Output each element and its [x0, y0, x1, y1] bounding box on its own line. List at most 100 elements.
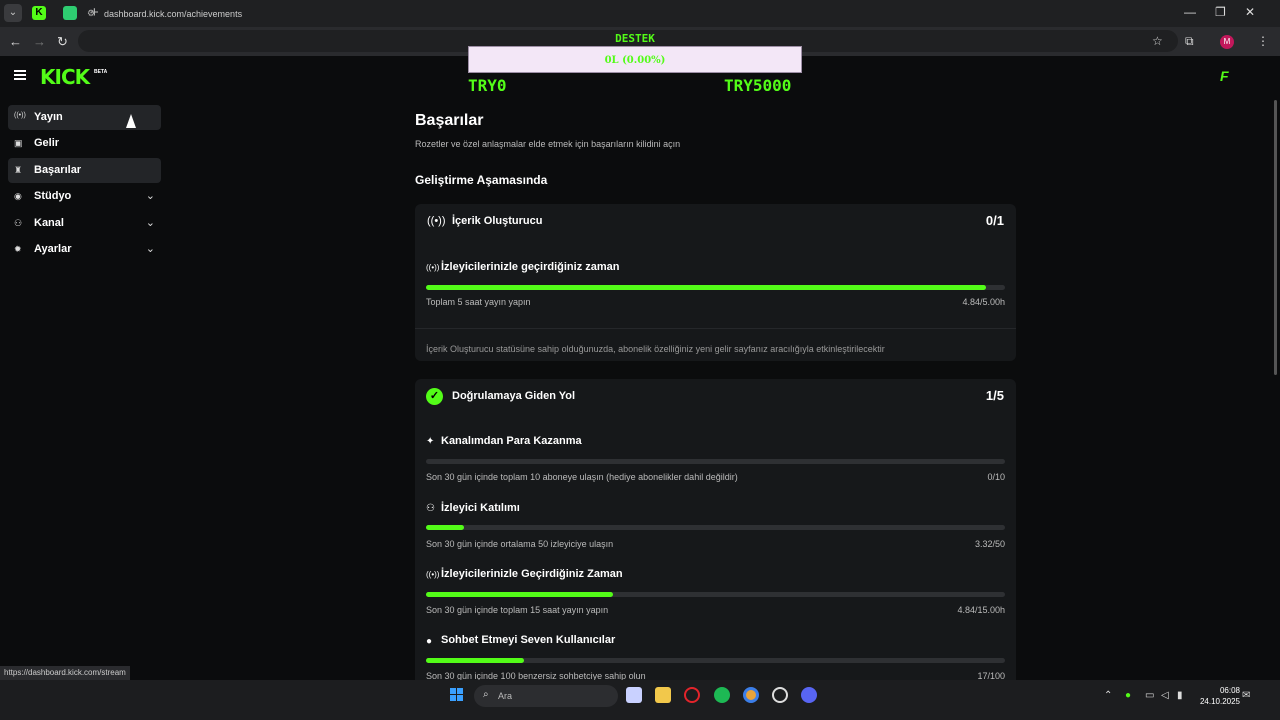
opera-icon[interactable]: [684, 687, 700, 703]
card-count: 1/5: [985, 388, 1004, 403]
requirement-title: İzleyici Katılımı: [441, 502, 520, 514]
chat-icon: ●: [426, 636, 433, 647]
minimize-icon[interactable]: —: [1184, 5, 1196, 19]
windows-start-icon[interactable]: [450, 688, 464, 702]
sidebar-item-5[interactable]: ✹ Ayarlar ⌄: [8, 237, 161, 262]
broadcast-icon: ((•)): [14, 112, 26, 119]
browser-menu-icon[interactable]: ⋮: [1257, 34, 1269, 48]
donation-max-label: TRY5000: [724, 76, 792, 95]
clock-time[interactable]: 06:08: [1212, 686, 1240, 695]
tab-list-button[interactable]: ⌄: [4, 4, 22, 22]
restore-icon[interactable]: ❐: [1215, 5, 1226, 19]
sidebar-item-0[interactable]: ((•)) Yayın: [8, 105, 161, 130]
status-url: https://dashboard.kick.com/stream: [0, 666, 130, 680]
reload-icon[interactable]: ↻: [57, 34, 68, 50]
requirement-desc: Toplam 5 saat yayın yapın: [426, 297, 531, 307]
requirement-progress-bar: [426, 459, 1005, 464]
app-icon-1[interactable]: [626, 687, 642, 703]
sidebar-item-1[interactable]: ▣ Gelir: [8, 131, 161, 156]
close-icon[interactable]: ✕: [1245, 5, 1255, 19]
card-divider: [415, 328, 1016, 329]
site-info-icon[interactable]: ⚙: [87, 8, 95, 19]
kick-tab-icon[interactable]: K: [32, 6, 46, 20]
requirement-desc: Son 30 gün içinde ortalama 50 izleyiciye…: [426, 539, 614, 549]
requirement-value: 4.84/15.00h: [957, 605, 1005, 615]
kick-logo[interactable]: KICK: [40, 65, 90, 89]
bookmark-star-icon[interactable]: ☆: [1152, 34, 1163, 48]
requirement-value: 3.32/50: [974, 539, 1005, 549]
mouse-cursor: [126, 114, 136, 128]
requirement-title: Kanalımdan Para Kazanma: [441, 435, 582, 447]
back-icon[interactable]: ←: [9, 34, 22, 49]
sidebar-item-2[interactable]: ♜ Başarılar: [8, 158, 161, 183]
donation-progress-text: 0L (0.00%): [604, 55, 666, 66]
battery-icon[interactable]: ▮: [1177, 690, 1183, 701]
card-title: Doğrulamaya Giden Yol: [452, 390, 576, 402]
notification-icon[interactable]: ✉: [1242, 690, 1250, 701]
taskbar-search[interactable]: [474, 685, 618, 707]
discord-icon[interactable]: [801, 687, 817, 703]
volume-icon[interactable]: ◁: [1161, 690, 1169, 701]
gear-icon: ✹: [14, 244, 22, 254]
donation-progress-bar: 0L (0.00%): [468, 46, 802, 73]
search-icon: ⌕: [483, 689, 489, 700]
trophy-icon: ♜: [14, 165, 23, 175]
tray-chevron-icon[interactable]: ⌃: [1104, 690, 1112, 701]
microphone-icon[interactable]: ●: [1125, 690, 1131, 701]
requirement-title: İzleyicilerinizle geçirdiğiniz zaman: [441, 261, 620, 273]
wallet-icon: ▣: [14, 138, 23, 148]
card-header[interactable]: ((•)) İçerik Oluşturucu 0/1: [415, 204, 1016, 240]
requirement-title: İzleyicilerinizle Geçirdiğiniz Zaman: [441, 568, 623, 580]
requirement-progress-bar: [426, 592, 1005, 597]
verified-icon: ✓: [426, 388, 443, 405]
requirement-desc: Son 30 gün içinde toplam 15 saat yayın y…: [426, 605, 609, 615]
chrome-icon[interactable]: [743, 687, 759, 703]
sidebar-item-label: Ayarlar: [34, 243, 72, 255]
sidebar-item-3[interactable]: ◉ Stüdyo ⌄: [8, 184, 161, 209]
sidebar-item-4[interactable]: ⚇ Kanal ⌄: [8, 211, 161, 236]
file-explorer-icon[interactable]: [655, 687, 671, 703]
sidebar-item-label: Gelir: [34, 137, 60, 149]
broadcast-icon: ((•)): [426, 570, 440, 579]
sidebar-item-label: Kanal: [34, 217, 64, 229]
extensions-icon[interactable]: ⧉: [1185, 34, 1194, 49]
beta-badge: BETA: [94, 69, 108, 75]
page-title: Başarılar: [415, 112, 484, 129]
menu-icon[interactable]: [14, 70, 26, 80]
network-icon[interactable]: ▭: [1145, 690, 1154, 701]
card-title: İçerik Oluşturucu: [452, 215, 543, 227]
requirement-title: Sohbet Etmeyi Seven Kullanıcılar: [441, 634, 616, 646]
card-header[interactable]: ✓ Doğrulamaya Giden Yol 1/5: [415, 379, 1016, 415]
chevron-down-icon[interactable]: ⌄: [146, 242, 155, 255]
url-text[interactable]: dashboard.kick.com/achievements: [104, 9, 242, 19]
profile-avatar[interactable]: M: [1220, 35, 1234, 49]
sidebar-item-label: Stüdyo: [34, 190, 72, 202]
chevron-down-icon[interactable]: ⌄: [146, 189, 155, 202]
chevron-down-icon[interactable]: ⌄: [146, 216, 155, 229]
sparkle-icon: ✦: [426, 436, 435, 447]
progress-fill: [426, 592, 613, 597]
card-note: İçerik Oluşturucu statüsüne sahip olduğu…: [426, 344, 885, 354]
sidebar-item-label: Yayın: [34, 111, 63, 123]
studio-icon: ◉: [14, 191, 22, 201]
requirement-progress-bar: [426, 658, 1005, 663]
progress-fill: [426, 525, 465, 530]
achievement-card-creator: ((•)) İçerik Oluşturucu 0/1 ((•)) İzleyi…: [415, 204, 1016, 361]
requirement-desc: Son 30 gün içinde toplam 10 aboneye ulaş…: [426, 472, 738, 482]
clock-date[interactable]: 24.10.2025: [1198, 697, 1240, 706]
requirement-progress-bar: [426, 525, 1005, 530]
users-icon: ⚇: [14, 218, 23, 228]
kick-studio-icon[interactable]: F: [1220, 68, 1236, 84]
viewers-icon: ⚇: [426, 503, 435, 514]
second-tab-icon[interactable]: [63, 6, 77, 20]
donation-min-label: TRY0: [468, 76, 507, 95]
spotify-icon[interactable]: [714, 687, 730, 703]
page-scrollbar[interactable]: [1274, 100, 1277, 375]
sidebar-item-label: Başarılar: [34, 164, 82, 176]
app-icon-2[interactable]: [772, 687, 788, 703]
requirement-value: 0/10: [987, 472, 1005, 482]
forward-icon[interactable]: →: [33, 34, 46, 49]
requirement-progress-bar: [426, 285, 1005, 290]
progress-fill: [426, 658, 525, 663]
section-title: Geliştirme Aşamasında: [415, 173, 548, 187]
